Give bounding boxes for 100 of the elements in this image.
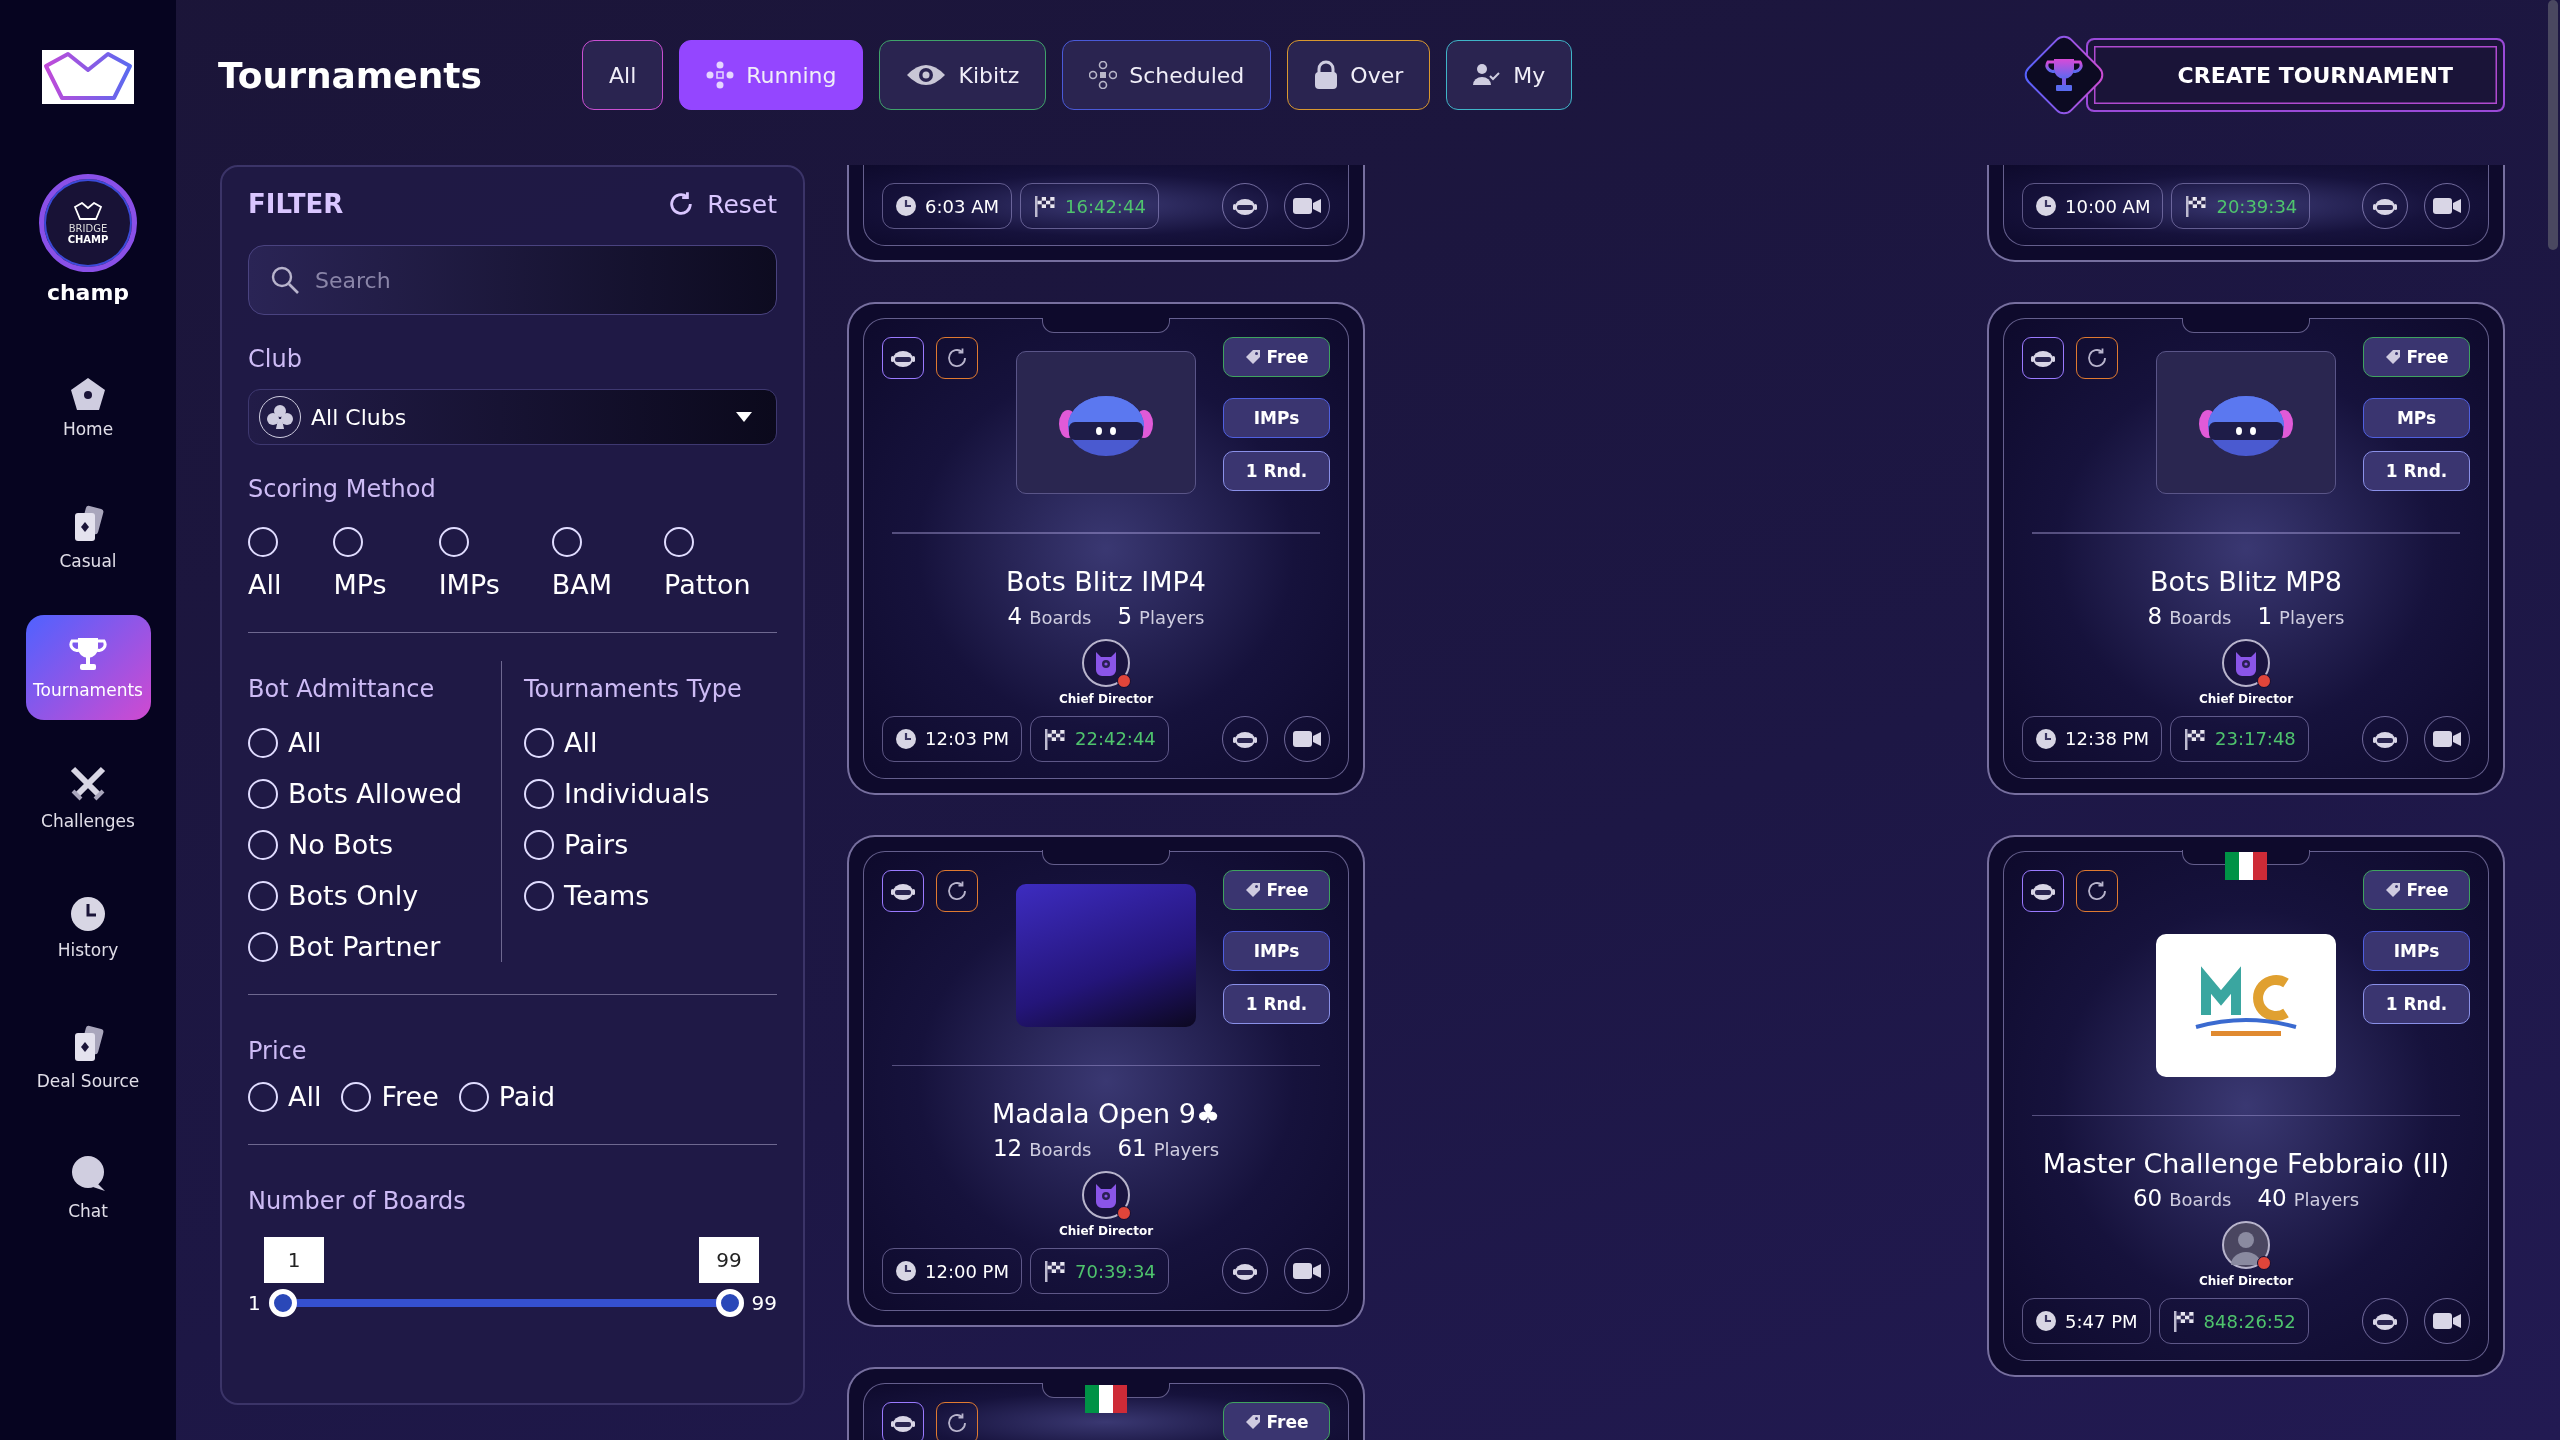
- search-field[interactable]: Search: [248, 245, 777, 315]
- option-label: Teams: [564, 880, 650, 911]
- robot-icon: [890, 349, 916, 367]
- option-label: Bots Only: [288, 880, 419, 911]
- camera-icon: [1293, 197, 1321, 215]
- clock-icon: [2035, 727, 2057, 750]
- radio-button[interactable]: [551, 527, 582, 557]
- nav-item[interactable]: Deal Source: [25, 1005, 151, 1110]
- tag: MPs: [2363, 398, 2470, 438]
- robot-icon: [890, 881, 916, 900]
- tournament-card[interactable]: Free IMPs 1 Rnd. Master Challenge Febbraio (II) 60 Boards 40 Players Chief Director 5:47 PM 848:26:52: [1987, 834, 2505, 1377]
- chequered-flag-icon: [1043, 726, 1067, 751]
- tag: 1 Rnd.: [1223, 451, 1330, 491]
- option-label: Free: [381, 1081, 439, 1112]
- radio-button[interactable]: [248, 778, 278, 809]
- radio-button[interactable]: [664, 527, 695, 557]
- nav-item[interactable]: History: [25, 875, 151, 980]
- slider-max-label: 99: [751, 1291, 777, 1315]
- stat-unit: Players: [2293, 1189, 2360, 1210]
- tag: Free: [2363, 337, 2470, 377]
- countdown: 23:17:48: [2170, 715, 2309, 762]
- countdown: 16:42:44: [1020, 183, 1159, 229]
- director-role: Chief Director: [1058, 691, 1154, 706]
- stat-number: 12: [992, 1135, 1023, 1161]
- tournament-card[interactable]: 6:03 AM 16:42:44: [847, 165, 1365, 262]
- refresh-button[interactable]: [936, 337, 978, 379]
- option-label: All: [288, 1081, 322, 1112]
- option-label: No Bots: [288, 829, 393, 860]
- radio-button[interactable]: [248, 880, 278, 911]
- radio-button[interactable]: [524, 778, 554, 809]
- nav-item[interactable]: Challenges: [25, 745, 151, 850]
- lock-icon: [1314, 60, 1339, 90]
- robot-button[interactable]: [2022, 337, 2064, 379]
- countdown: 848:26:52: [2158, 1298, 2309, 1344]
- robot-button[interactable]: [2022, 869, 2064, 912]
- tournament-card[interactable]: Free: [847, 1367, 1365, 1440]
- nav-item[interactable]: Tournaments: [25, 615, 151, 720]
- tournament-card[interactable]: Free IMPs 1 Rnd. Bots Blitz IMP4 4 Boards 5 Players Chief Director 12:03 PM 22:42:44: [847, 302, 1365, 795]
- club-dropdown[interactable]: All Clubs: [248, 389, 777, 445]
- option-label: All: [248, 569, 282, 600]
- option-label: All: [288, 727, 322, 758]
- filter-tab[interactable]: All: [582, 40, 664, 110]
- option-label: Pairs: [564, 829, 629, 860]
- filter-tab[interactable]: Kibitz: [879, 40, 1047, 110]
- filter-tab[interactable]: My: [1446, 40, 1573, 110]
- refresh-icon: [945, 1411, 969, 1435]
- tag: IMPs: [1223, 930, 1330, 971]
- radio-button[interactable]: [341, 1081, 372, 1112]
- section-label: Price: [248, 1037, 308, 1065]
- nav-item[interactable]: Casual: [25, 485, 151, 590]
- filter-tab[interactable]: Scheduled: [1062, 40, 1272, 110]
- stat-unit: Players: [1153, 1139, 1220, 1160]
- refresh-icon: [945, 346, 969, 370]
- nav-item[interactable]: Chat: [25, 1135, 151, 1240]
- nav-item[interactable]: Home: [25, 355, 151, 460]
- radio-button[interactable]: [248, 931, 278, 962]
- tournament-card[interactable]: Free MPs 1 Rnd. Bots Blitz MP8 8 Boards 1 Players Chief Director 12:38 PM 23:17:48: [1987, 302, 2505, 795]
- tournament-card[interactable]: Free IMPs 1 Rnd. Madala Open 9♣ 12 Boards 61 Players Chief Director 12:00 PM 70:39:34: [847, 834, 1365, 1327]
- slider-min-label: 1: [248, 1291, 261, 1315]
- radio-button[interactable]: [524, 880, 554, 911]
- scrollbar[interactable]: [2548, 0, 2558, 250]
- option-label: Paid: [498, 1081, 556, 1112]
- slider-thumb[interactable]: [268, 1289, 297, 1317]
- robot-icon: [2372, 197, 2398, 215]
- reset-button[interactable]: Reset: [667, 189, 777, 219]
- tournament-card[interactable]: 10:00 AM 20:39:34: [1987, 165, 2505, 262]
- refresh-button[interactable]: [936, 869, 978, 912]
- radio-button[interactable]: [524, 727, 554, 758]
- slider-thumb[interactable]: [715, 1289, 744, 1317]
- radio-button[interactable]: [333, 527, 364, 557]
- page-title: Tournaments: [218, 54, 482, 96]
- clock-icon: [895, 1260, 917, 1282]
- robot-icon: [2372, 1312, 2398, 1330]
- stat-unit: Boards: [2169, 1189, 2232, 1210]
- stat-number: 61: [1117, 1135, 1147, 1161]
- clock-icon: [2035, 1310, 2057, 1332]
- radio-button[interactable]: [248, 527, 278, 557]
- refresh-button[interactable]: [2076, 869, 2118, 912]
- chequered-flag-icon: [2184, 194, 2209, 218]
- radio-button[interactable]: [248, 829, 278, 860]
- tag: 1 Rnd.: [2363, 983, 2470, 1024]
- tournament-title: Bots Blitz IMP4: [1005, 565, 1207, 597]
- start-time: 6:03 AM: [882, 183, 1012, 229]
- robot-button[interactable]: [882, 337, 924, 379]
- radio-button[interactable]: [438, 527, 469, 557]
- radio-button[interactable]: [248, 1081, 278, 1112]
- tag: IMPs: [2363, 930, 2470, 971]
- start-time: 12:00 PM: [882, 1248, 1022, 1294]
- tag: Free: [2363, 869, 2470, 910]
- refresh-button[interactable]: [2076, 337, 2118, 379]
- radio-button[interactable]: [248, 727, 278, 758]
- tag: IMPs: [1223, 398, 1330, 438]
- dots-icon: [706, 61, 735, 89]
- filter-tab[interactable]: Running: [679, 40, 864, 110]
- filter-tab[interactable]: Over: [1287, 40, 1431, 110]
- price-tag-icon: [2384, 349, 2401, 365]
- radio-button[interactable]: [524, 829, 554, 860]
- profile-avatar[interactable]: BRIDGE CHAMP: [39, 174, 137, 272]
- robot-button[interactable]: [882, 869, 924, 912]
- radio-button[interactable]: [458, 1081, 489, 1112]
